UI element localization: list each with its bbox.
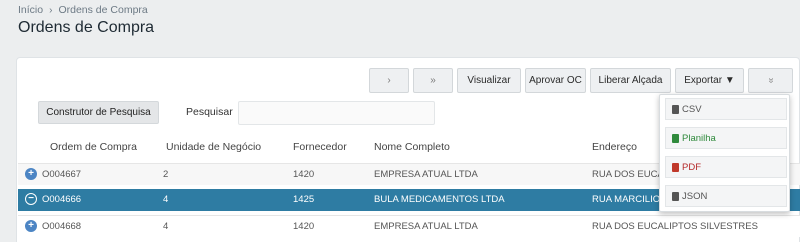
cell-supplier: 1420	[293, 221, 315, 232]
expand-row-icon[interactable]: +	[25, 220, 37, 232]
export-csv-label: CSV	[682, 103, 702, 115]
export-xls-item[interactable]: Planilha	[665, 127, 787, 149]
breadcrumb-current: Ordens de Compra	[58, 4, 148, 16]
page-title: Ordens de Compra	[18, 19, 155, 36]
cell-address: RUA DOS EUCALIPTOS SILVESTRES	[592, 221, 758, 232]
next-page-button[interactable]: ›	[369, 68, 409, 93]
column-header-order[interactable]: Ordem de Compra	[50, 141, 137, 153]
cell-business-unit: 4	[163, 194, 169, 205]
more-actions-button[interactable]: »	[748, 68, 793, 93]
column-header-address[interactable]: Endereço	[592, 141, 637, 153]
export-pdf-label: PDF	[682, 161, 701, 173]
cell-order: O004668	[42, 221, 82, 232]
breadcrumb-separator-icon: ›	[49, 4, 53, 16]
file-excel-icon	[672, 133, 679, 143]
chevron-down-double-icon: »	[765, 77, 776, 84]
cell-address: RUA MARCILIO D	[592, 194, 670, 205]
cell-supplier: 1425	[293, 194, 315, 205]
cell-order: O004666	[42, 194, 82, 205]
export-menu: CSV Planilha PDF JSON	[659, 94, 790, 212]
breadcrumb: Início › Ordens de Compra	[18, 4, 148, 16]
column-header-business-unit[interactable]: Unidade de Negócio	[166, 141, 261, 153]
export-pdf-item[interactable]: PDF	[665, 156, 787, 178]
column-header-supplier[interactable]: Fornecedor	[293, 141, 347, 153]
search-input[interactable]	[238, 101, 435, 125]
export-csv-item[interactable]: CSV	[665, 98, 787, 120]
cell-full-name: BULA MEDICAMENTOS LTDA	[374, 194, 505, 205]
export-button[interactable]: Exportar ▼	[675, 68, 744, 93]
approve-oc-button[interactable]: Aprovar OC	[525, 68, 586, 93]
last-page-button[interactable]: »	[413, 68, 453, 93]
export-json-label: JSON	[682, 190, 708, 202]
release-approval-button[interactable]: Liberar Alçada	[590, 68, 671, 93]
table-row[interactable]: + O004668 4 1420 EMPRESA ATUAL LTDA RUA …	[18, 215, 800, 237]
search-label: Pesquisar	[186, 106, 233, 118]
cell-full-name: EMPRESA ATUAL LTDA	[374, 169, 478, 180]
cell-business-unit: 4	[163, 221, 169, 232]
search-builder-button[interactable]: Construtor de Pesquisa	[38, 101, 159, 124]
collapse-row-icon[interactable]: −	[25, 193, 37, 205]
cell-supplier: 1420	[293, 169, 315, 180]
file-json-icon	[672, 191, 679, 201]
breadcrumb-home[interactable]: Início	[18, 4, 43, 16]
file-csv-icon	[672, 104, 679, 114]
cell-business-unit: 2	[163, 169, 169, 180]
cell-order: O004667	[42, 169, 82, 180]
export-json-item[interactable]: JSON	[665, 185, 787, 207]
cell-full-name: EMPRESA ATUAL LTDA	[374, 221, 478, 232]
file-pdf-icon	[672, 162, 679, 172]
expand-row-icon[interactable]: +	[25, 168, 37, 180]
column-header-full-name[interactable]: Nome Completo	[374, 141, 450, 153]
view-button[interactable]: Visualizar	[457, 68, 521, 93]
cell-address: RUA DOS EUCAL	[592, 169, 670, 180]
toolbar: › » Visualizar Aprovar OC Liberar Alçada…	[369, 68, 793, 93]
export-xls-label: Planilha	[682, 132, 716, 144]
